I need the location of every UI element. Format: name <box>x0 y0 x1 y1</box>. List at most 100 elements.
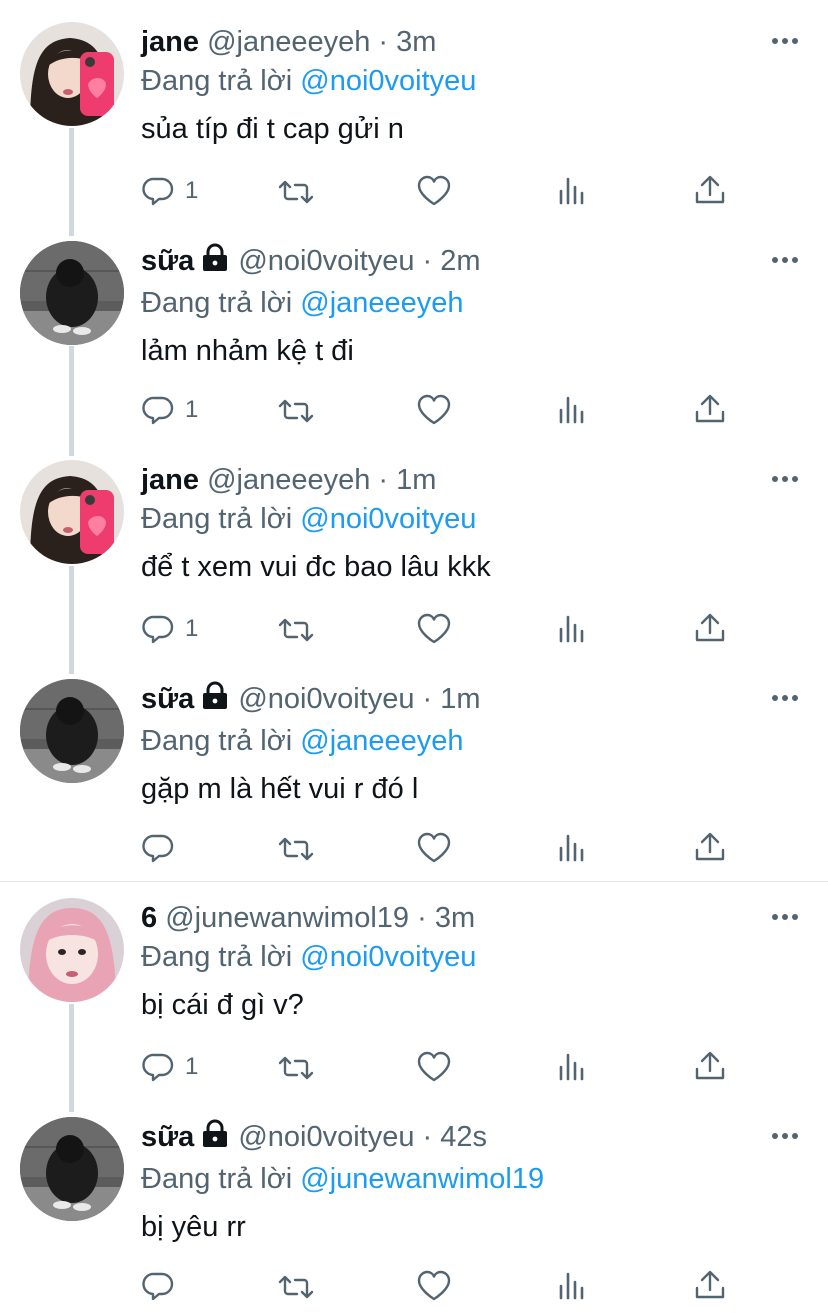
display-name[interactable]: sữa <box>141 683 194 715</box>
reply-button[interactable]: 1 <box>141 171 198 211</box>
separator-dot: · <box>414 245 441 277</box>
tweet-actions: 1 <box>141 171 741 211</box>
separator-dot: · <box>370 464 397 496</box>
reply-button[interactable] <box>141 828 185 868</box>
like-button[interactable] <box>415 390 453 430</box>
avatar[interactable] <box>20 460 124 564</box>
views-icon <box>553 830 591 866</box>
user-handle[interactable]: @janeeeyeh <box>207 26 370 58</box>
tweet-text: gặp m là hết vui r đó l <box>141 773 419 805</box>
share-button[interactable] <box>691 1266 729 1306</box>
tweet-header: jane @janeeeyeh · 3m <box>141 24 758 60</box>
tweet-content: sữa @noi0voityeu · 42s Đang trả lời @june… <box>141 1119 758 1246</box>
like-button[interactable] <box>415 1266 453 1306</box>
reply-icon <box>141 1049 179 1085</box>
user-handle[interactable]: @noi0voityeu <box>238 1121 414 1153</box>
timestamp[interactable]: 2m <box>440 245 480 277</box>
retweet-button[interactable] <box>277 609 315 649</box>
replying-to-label: Đang trả lời <box>141 941 293 973</box>
replying-to: Đang trả lời @noi0voityeu <box>141 500 758 538</box>
reply-icon <box>141 830 179 866</box>
tweet-content: jane @janeeeyeh · 3m Đang trả lời @noi0vo… <box>141 24 758 148</box>
share-button[interactable] <box>691 1047 729 1087</box>
more-dot <box>792 38 798 44</box>
reply-count: 1 <box>185 615 199 642</box>
more-icon[interactable] <box>772 257 798 265</box>
replying-to: Đang trả lời @noi0voityeu <box>141 62 758 100</box>
more-dot <box>792 914 798 920</box>
share-button[interactable] <box>691 609 729 649</box>
more-icon[interactable] <box>772 695 798 703</box>
more-icon[interactable] <box>772 38 798 46</box>
retweet-button[interactable] <box>277 828 315 868</box>
avatar[interactable] <box>20 22 124 126</box>
tweet-text: bị cái đ gì v? <box>141 989 304 1021</box>
timestamp[interactable]: 42s <box>440 1121 487 1153</box>
retweet-button[interactable] <box>277 1266 315 1306</box>
mention-link[interactable]: @noi0voityeu <box>300 503 476 535</box>
more-icon[interactable] <box>772 476 798 484</box>
mention-link[interactable]: @janeeeyeh <box>300 287 463 319</box>
share-button[interactable] <box>691 171 729 211</box>
more-dot <box>772 914 778 920</box>
tweet-content: sữa @noi0voityeu · 2m Đang trả lời @janee… <box>141 243 758 370</box>
share-button[interactable] <box>691 390 729 430</box>
views-button[interactable] <box>553 171 591 211</box>
views-button[interactable] <box>553 1047 591 1087</box>
tweet-actions: 1 <box>141 609 741 649</box>
avatar[interactable] <box>20 1117 124 1221</box>
replying-to-label: Đang trả lời <box>141 287 293 319</box>
reply-button[interactable]: 1 <box>141 1047 198 1087</box>
display-name[interactable]: sữa <box>141 1121 194 1153</box>
display-name[interactable]: jane <box>141 464 199 496</box>
tweet-text: bị yêu rr <box>141 1211 246 1243</box>
thread-line <box>69 128 74 236</box>
retweet-icon <box>277 1268 315 1304</box>
share-icon <box>691 611 729 647</box>
display-name[interactable]: 6 <box>141 902 157 934</box>
like-button[interactable] <box>415 828 453 868</box>
timestamp[interactable]: 1m <box>396 464 436 496</box>
more-icon[interactable] <box>772 1133 798 1141</box>
user-handle[interactable]: @janeeeyeh <box>207 464 370 496</box>
views-icon <box>553 1049 591 1085</box>
timestamp[interactable]: 3m <box>435 902 475 934</box>
views-button[interactable] <box>553 828 591 868</box>
avatar[interactable] <box>20 241 124 345</box>
like-button[interactable] <box>415 609 453 649</box>
retweet-button[interactable] <box>277 1047 315 1087</box>
views-button[interactable] <box>553 609 591 649</box>
user-handle[interactable]: @noi0voityeu <box>238 683 414 715</box>
share-icon <box>691 392 729 428</box>
like-button[interactable] <box>415 1047 453 1087</box>
reply-button[interactable]: 1 <box>141 390 198 430</box>
more-dot <box>782 38 788 44</box>
mention-link[interactable]: @noi0voityeu <box>300 941 476 973</box>
views-button[interactable] <box>553 1266 591 1306</box>
timestamp[interactable]: 1m <box>440 683 480 715</box>
reply-button[interactable] <box>141 1266 185 1306</box>
display-name[interactable]: sữa <box>141 245 194 277</box>
more-icon[interactable] <box>772 914 798 922</box>
avatar[interactable] <box>20 898 124 1002</box>
heart-icon <box>415 830 453 866</box>
views-button[interactable] <box>553 390 591 430</box>
reply-button[interactable]: 1 <box>141 609 198 649</box>
mention-link[interactable]: @janeeeyeh <box>300 725 463 757</box>
timestamp[interactable]: 3m <box>396 26 436 58</box>
heart-icon <box>415 611 453 647</box>
retweet-button[interactable] <box>277 171 315 211</box>
reply-count: 1 <box>185 396 199 423</box>
mention-link[interactable]: @noi0voityeu <box>300 65 476 97</box>
like-button[interactable] <box>415 171 453 211</box>
user-handle[interactable]: @junewanwimol19 <box>165 902 409 934</box>
mention-link[interactable]: @junewanwimol19 <box>300 1163 544 1195</box>
retweet-button[interactable] <box>277 390 315 430</box>
display-name[interactable]: jane <box>141 26 199 58</box>
user-handle[interactable]: @noi0voityeu <box>238 245 414 277</box>
avatar[interactable] <box>20 679 124 783</box>
more-dot <box>772 476 778 482</box>
share-icon <box>691 1268 729 1304</box>
share-button[interactable] <box>691 828 729 868</box>
replying-to-label: Đang trả lời <box>141 503 293 535</box>
